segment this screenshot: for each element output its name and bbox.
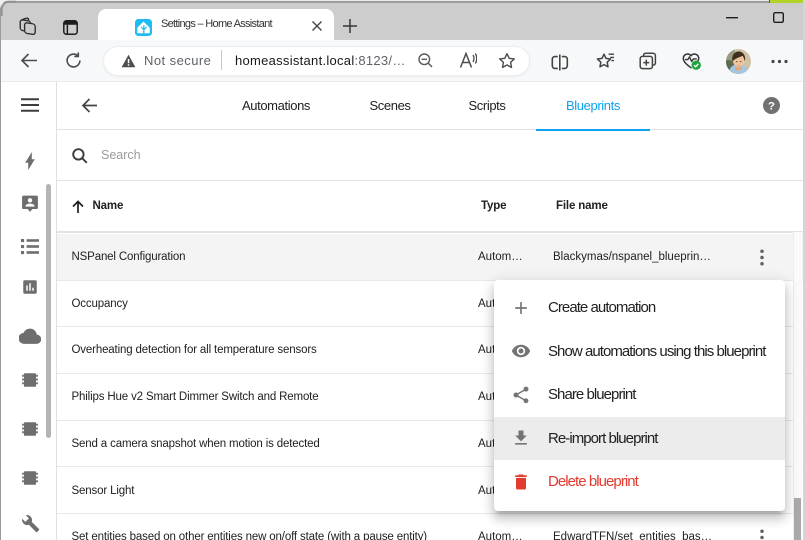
svg-text:?: ? <box>768 100 775 112</box>
